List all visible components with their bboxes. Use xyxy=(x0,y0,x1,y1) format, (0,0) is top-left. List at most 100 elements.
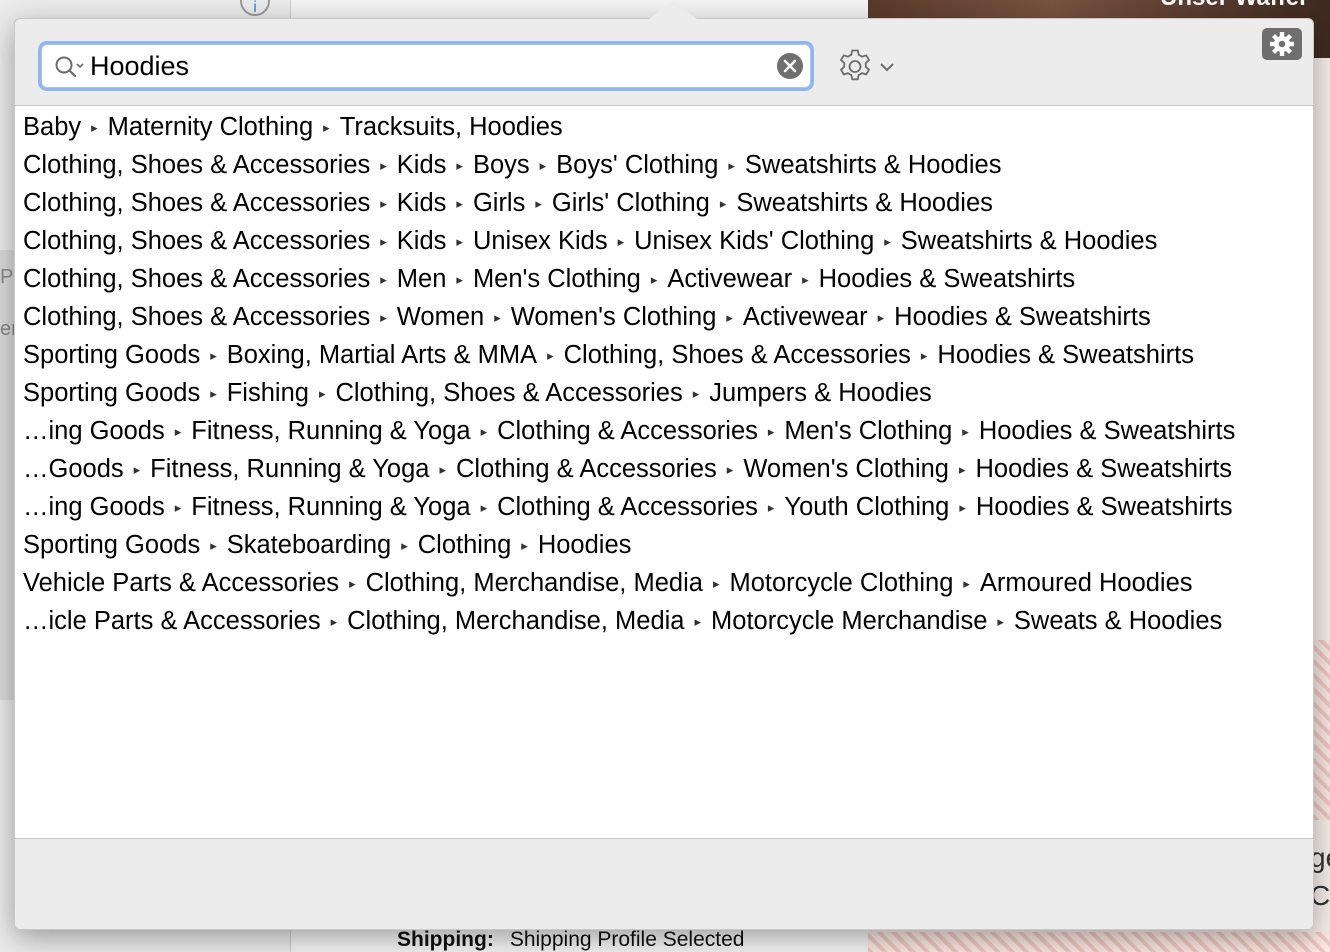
category-segment: Kids xyxy=(396,227,447,255)
category-segment: Jumpers & Hoodies xyxy=(709,379,932,407)
category-segment: Kids xyxy=(396,151,447,179)
result-item[interactable]: Clothing, Shoes & Accessories ▸ Kids ▸ Unise… xyxy=(23,222,1157,260)
category-segment: Vehicle Parts & Accessories xyxy=(23,569,340,597)
category-segment: Clothing, Shoes & Accessories xyxy=(23,151,371,179)
category-segment: Sporting Goods xyxy=(23,379,201,407)
breadcrumb-separator-icon: ▸ xyxy=(767,424,775,439)
shipping-row: Shipping: Shipping Profile Selected xyxy=(397,928,744,952)
category-segment: Clothing xyxy=(417,531,512,559)
category-segment: Fitness, Running & Yoga xyxy=(191,493,471,521)
category-segment: Activewear xyxy=(667,265,793,293)
category-segment: …ing Goods xyxy=(23,493,165,521)
breadcrumb-separator-icon: ▸ xyxy=(728,158,735,173)
category-segment: Maternity Clothing xyxy=(107,113,314,141)
category-segment: Clothing, Shoes & Accessories xyxy=(23,265,371,293)
category-segment: Women xyxy=(396,303,485,331)
breadcrumb-separator-icon: ▸ xyxy=(962,424,969,439)
search-icon[interactable] xyxy=(54,54,90,80)
breadcrumb-separator-icon: ▸ xyxy=(210,538,217,553)
shipping-label: Shipping: xyxy=(397,928,494,951)
result-item[interactable]: Clothing, Shoes & Accessories ▸ Kids ▸ Girls… xyxy=(23,184,993,222)
category-segment: Clothing, Merchandise, Media xyxy=(347,607,685,635)
result-item[interactable]: Clothing, Shoes & Accessories ▸ Women ▸ Wome… xyxy=(23,298,1151,336)
category-segment: Women's Clothing xyxy=(743,455,949,483)
category-segment: Boys xyxy=(472,151,530,179)
breadcrumb-separator-icon: ▸ xyxy=(456,234,463,249)
breadcrumb-separator-icon: ▸ xyxy=(91,120,98,135)
result-item[interactable]: Baby ▸ Maternity Clothing ▸ Tracksuits, Hood… xyxy=(23,108,563,146)
settings-menu-button[interactable] xyxy=(835,47,897,87)
result-item[interactable]: …ing Goods ▸ Fitness, Running & Yoga ▸ Cloth… xyxy=(23,488,1232,526)
category-segment: Clothing, Shoes & Accessories xyxy=(23,189,371,217)
category-segment: Skateboarding xyxy=(226,531,392,559)
category-segment: Boys' Clothing xyxy=(556,151,719,179)
category-segment: Sweats & Hoodies xyxy=(1013,607,1223,635)
result-item[interactable]: Sporting Goods ▸ Skateboarding ▸ Clothing ▸ Ho… xyxy=(23,526,631,564)
result-item[interactable]: …ing Goods ▸ Fitness, Running & Yoga ▸ Cloth… xyxy=(23,412,1235,450)
category-segment: Baby xyxy=(23,113,82,141)
breadcrumb-separator-icon: ▸ xyxy=(330,614,338,629)
category-segment: Unisex Kids' Clothing xyxy=(634,227,875,255)
breadcrumb-separator-icon: ▸ xyxy=(210,386,217,401)
category-segment: Fitness, Running & Yoga xyxy=(191,417,471,445)
category-segment: Sweatshirts & Hoodies xyxy=(736,189,993,217)
breadcrumb-separator-icon: ▸ xyxy=(694,614,702,629)
category-segment: Clothing & Accessories xyxy=(455,455,717,483)
category-segment: Hoodies & Sweatshirts xyxy=(818,265,1076,293)
breadcrumb-separator-icon: ▸ xyxy=(535,196,542,211)
category-segment: Sporting Goods xyxy=(23,341,201,369)
breadcrumb-separator-icon: ▸ xyxy=(494,310,501,325)
breadcrumb-separator-icon: ▸ xyxy=(480,500,488,515)
result-item[interactable]: …icle Parts & Accessories ▸ Clothing, Merc… xyxy=(23,602,1222,640)
breadcrumb-separator-icon: ▸ xyxy=(547,348,554,363)
category-segment: Girls xyxy=(472,189,526,217)
category-segment: Clothing, Shoes & Accessories xyxy=(23,227,371,255)
search-input[interactable] xyxy=(90,47,770,85)
result-item[interactable]: Sporting Goods ▸ Fishing ▸ Clothing, Shoes &… xyxy=(23,374,932,412)
breadcrumb-separator-icon: ▸ xyxy=(480,424,488,439)
breadcrumb-separator-icon: ▸ xyxy=(174,424,182,439)
category-segment: Hoodies & Sweatshirts xyxy=(975,455,1233,483)
category-segment: Clothing & Accessories xyxy=(497,417,758,445)
breadcrumb-separator-icon: ▸ xyxy=(802,272,809,287)
background-photo-title: Unser Waffel xyxy=(1160,0,1306,12)
category-segment: Men's Clothing xyxy=(784,417,953,445)
category-segment: Clothing, Shoes & Accessories xyxy=(23,303,371,331)
category-segment: Clothing, Merchandise, Media xyxy=(365,569,703,597)
breadcrumb-separator-icon: ▸ xyxy=(617,234,625,249)
result-item[interactable]: Clothing, Shoes & Accessories ▸ Kids ▸ Boys ▸… xyxy=(23,146,1001,184)
category-segment: Fitness, Running & Yoga xyxy=(150,455,430,483)
category-segment: Tracksuits, Hoodies xyxy=(339,113,563,141)
breadcrumb-separator-icon: ▸ xyxy=(521,538,528,553)
breadcrumb-separator-icon: ▸ xyxy=(959,500,966,515)
result-item[interactable]: Clothing, Shoes & Accessories ▸ Men ▸ Men's … xyxy=(23,260,1075,298)
category-segment: …Goods xyxy=(23,455,124,483)
category-segment: Hoodies & Sweatshirts xyxy=(937,341,1194,369)
breadcrumb-separator-icon: ▸ xyxy=(963,576,970,591)
clear-icon[interactable] xyxy=(776,52,804,80)
result-item[interactable]: Sporting Goods ▸ Boxing, Martial Arts & MM… xyxy=(23,336,1194,374)
category-segment: …icle Parts & Accessories xyxy=(23,607,321,635)
category-segment: Sporting Goods xyxy=(23,531,201,559)
result-item[interactable]: …Goods ▸ Fitness, Running & Yoga ▸ Clothing … xyxy=(23,450,1232,488)
breadcrumb-separator-icon: ▸ xyxy=(997,614,1004,629)
category-segment: Sweatshirts & Hoodies xyxy=(900,227,1158,255)
popover-arrow xyxy=(649,1,697,19)
breadcrumb-separator-icon: ▸ xyxy=(726,462,734,477)
breadcrumb-separator-icon: ▸ xyxy=(726,310,733,325)
category-segment: Motorcycle Clothing xyxy=(729,569,954,597)
result-item[interactable]: Vehicle Parts & Accessories ▸ Clothing, Me… xyxy=(23,564,1193,602)
category-segment: Activewear xyxy=(742,303,868,331)
search-field[interactable] xyxy=(41,44,811,88)
results-list: Baby ▸ Maternity Clothing ▸ Tracksuits, Hood… xyxy=(15,105,1313,839)
corner-settings-button[interactable] xyxy=(1262,28,1302,60)
category-segment: Boxing, Martial Arts & MMA xyxy=(226,341,538,369)
category-segment: Women's Clothing xyxy=(510,303,717,331)
breadcrumb-separator-icon: ▸ xyxy=(456,196,463,211)
category-segment: Unisex Kids xyxy=(472,227,608,255)
gear-icon xyxy=(1262,32,1302,64)
category-segment: Hoodies & Sweatshirts xyxy=(978,417,1236,445)
category-segment: Clothing & Accessories xyxy=(497,493,758,521)
breadcrumb-separator-icon: ▸ xyxy=(719,196,727,211)
category-segment: Hoodies & Sweatshirts xyxy=(894,303,1151,331)
